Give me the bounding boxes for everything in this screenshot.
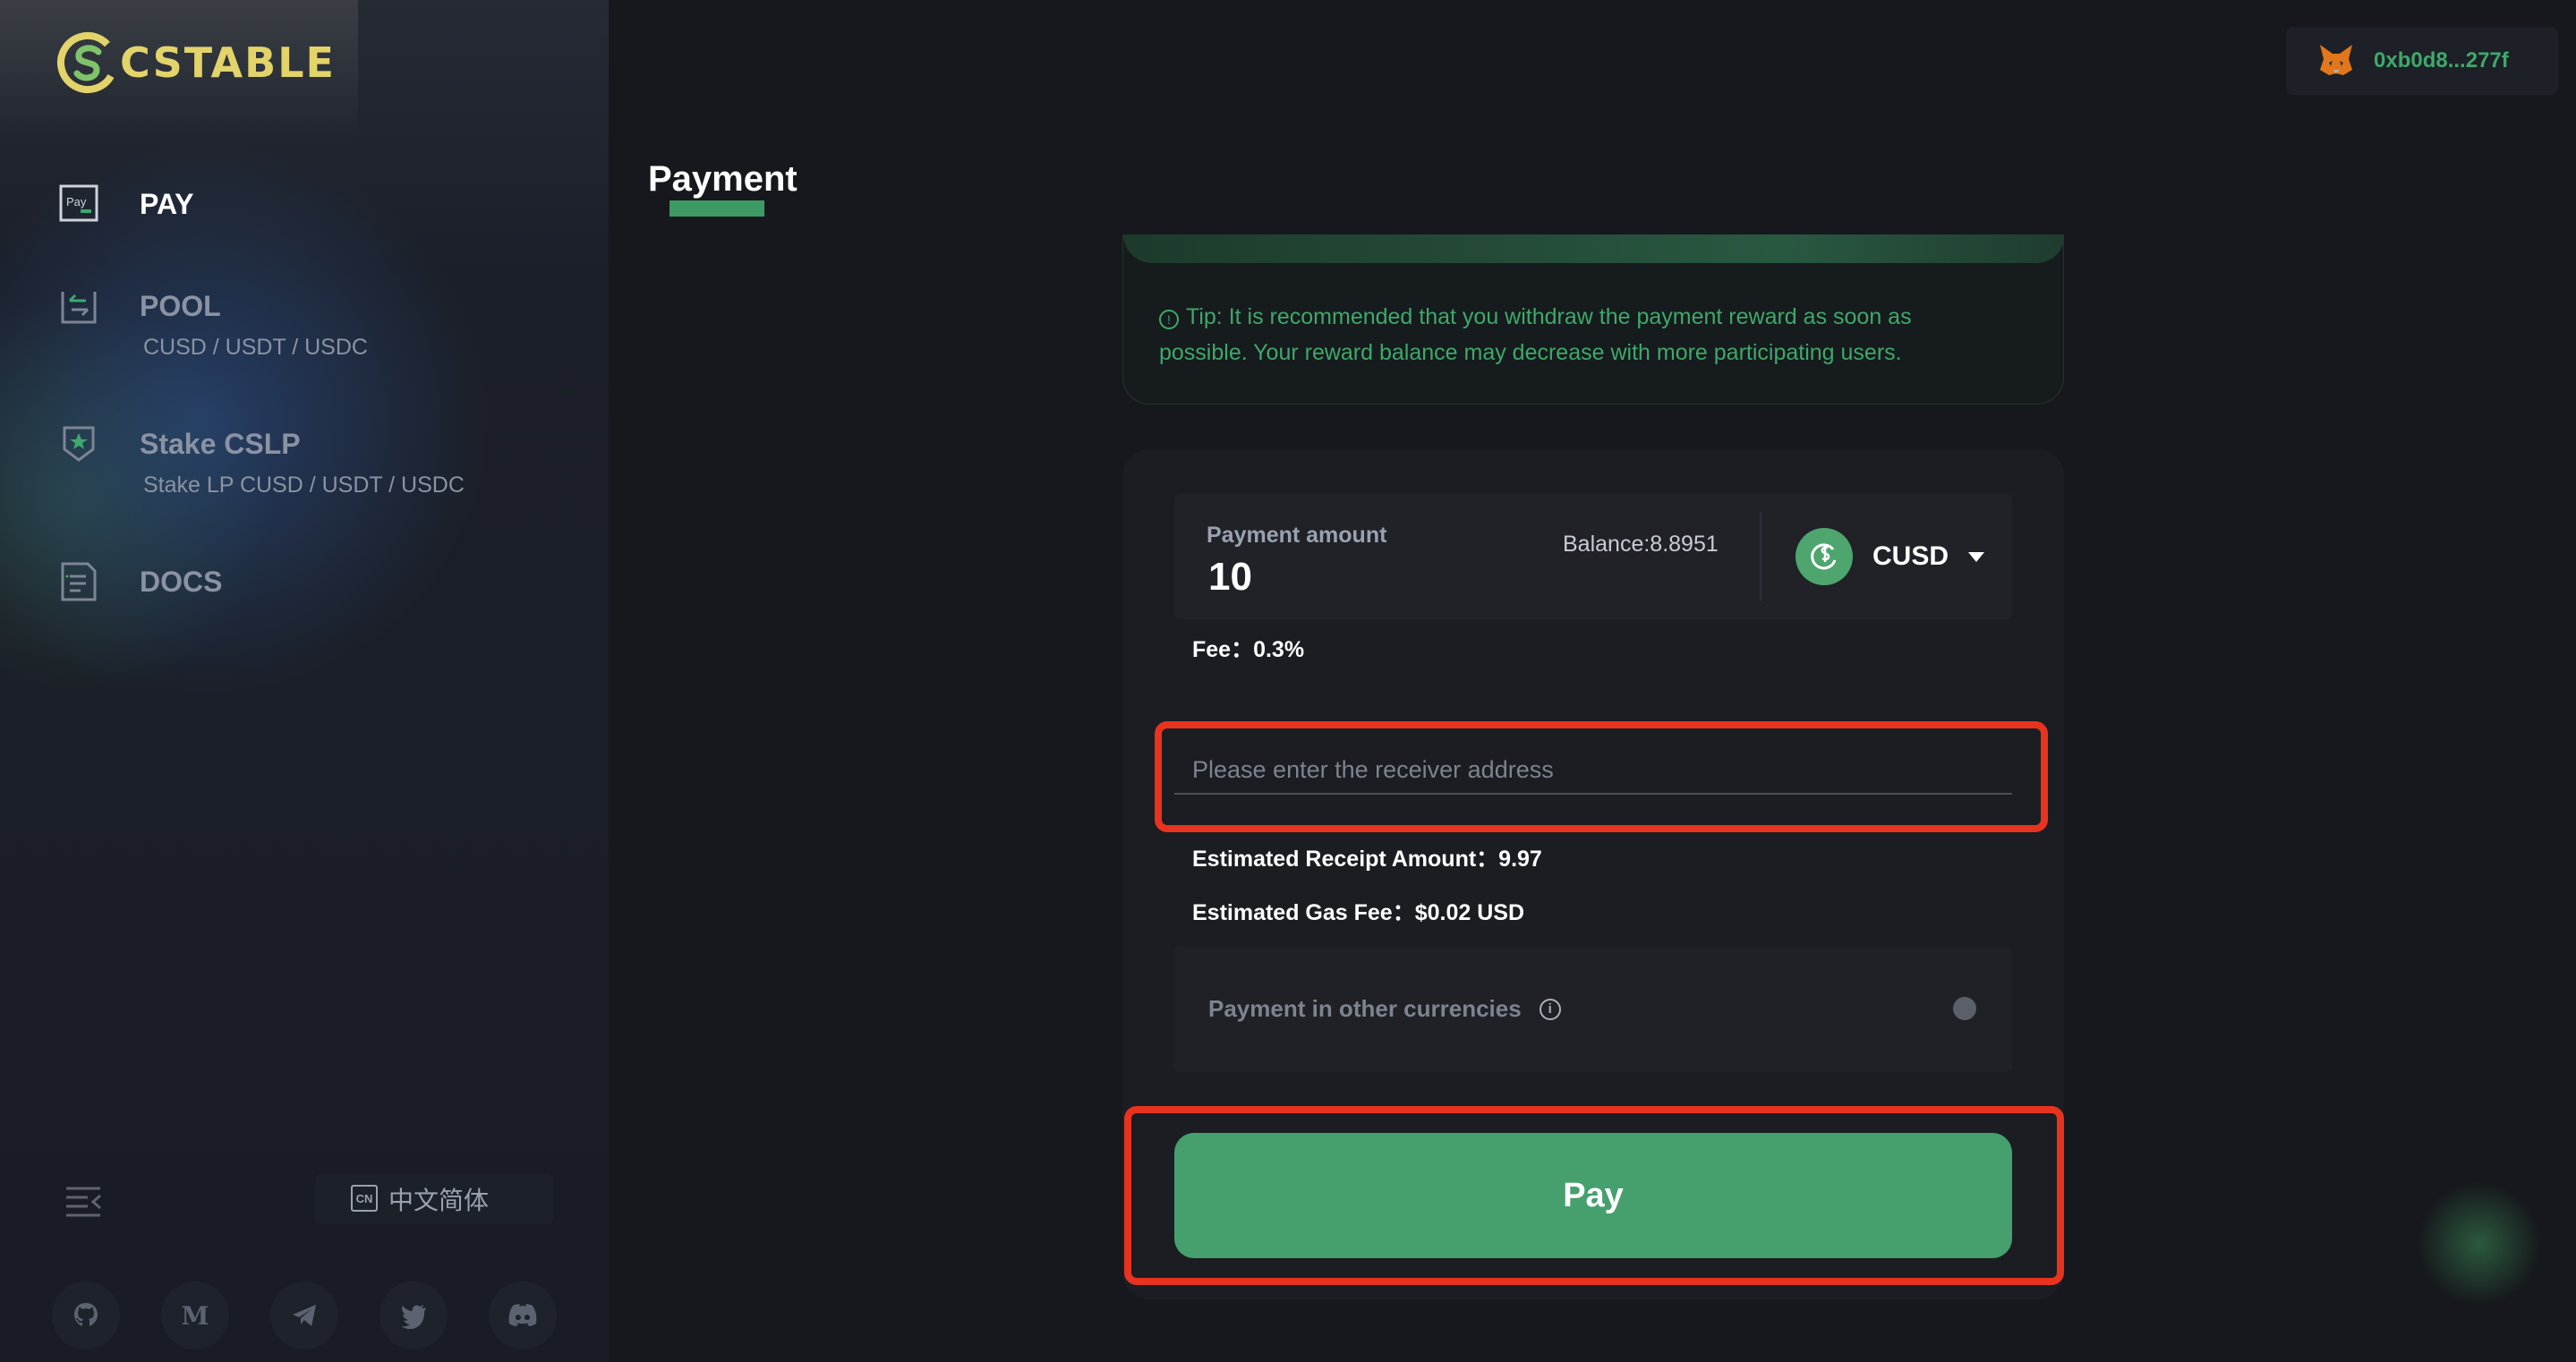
pay-button[interactable]: Pay <box>1174 1133 2012 1258</box>
language-flag-icon: CN <box>351 1185 378 1212</box>
cusd-token-icon <box>1796 528 1853 585</box>
sidebar-item-label: POOL <box>140 290 221 322</box>
social-links: M <box>52 1281 557 1349</box>
sidebar-item-stake-cslp[interactable]: Stake CSLP Stake LP CUSD / USDT / USDC <box>57 422 465 498</box>
divider <box>1760 512 1761 601</box>
decorative-glow <box>2417 1181 2542 1307</box>
info-icon[interactable]: i <box>1539 998 1561 1020</box>
language-label: 中文简体 <box>388 1187 490 1214</box>
docs-icon <box>61 562 97 601</box>
token-selector[interactable]: CUSD <box>1796 528 1985 585</box>
tip-text: Tip: It is recommended that you withdraw… <box>1159 304 1912 365</box>
metamask-fox-icon <box>2320 45 2352 75</box>
other-currencies-text: Payment in other currencies <box>1208 995 1522 1022</box>
pay-icon: Pay <box>59 184 98 222</box>
balance-text: Balance:8.8951 <box>1563 532 1719 557</box>
sidebar: CSTABLE Pay PAY POOL CUSD / USDT / USDC … <box>0 0 609 1362</box>
page-title: Payment <box>648 159 798 199</box>
check-circle-icon <box>1953 997 1976 1020</box>
info-icon: ! <box>1159 310 1179 329</box>
fee-text: Fee：0.3% <box>1192 637 1305 662</box>
sidebar-item-label: PAY <box>140 188 194 220</box>
pool-icon <box>61 292 97 324</box>
menu-collapse-icon[interactable] <box>64 1183 102 1221</box>
wallet-button[interactable]: 0xb0d8...277f <box>2286 27 2558 95</box>
twitter-icon[interactable] <box>380 1281 448 1349</box>
estimated-receipt-amount: Estimated Receipt Amount：9.97 <box>1192 847 1542 872</box>
title-accent <box>670 200 764 217</box>
wallet-address: 0xb0d8...277f <box>2374 48 2509 72</box>
sidebar-item-docs[interactable]: DOCS <box>57 560 222 603</box>
estimated-gas-fee: Estimated Gas Fee：$0.02 USD <box>1192 900 1524 925</box>
sidebar-item-pool[interactable]: POOL CUSD / USDT / USDC <box>57 285 368 360</box>
sidebar-item-sublabel: Stake LP CUSD / USDT / USDC <box>143 472 465 498</box>
github-icon[interactable] <box>52 1281 120 1349</box>
language-switcher[interactable]: CN 中文简体 <box>315 1174 553 1224</box>
svg-text:Pay: Pay <box>66 195 87 209</box>
payment-amount-label: Payment amount <box>1207 523 1387 548</box>
discord-icon[interactable] <box>489 1281 557 1349</box>
token-name: CUSD <box>1872 541 1949 571</box>
receiver-address-input[interactable] <box>1174 746 2012 795</box>
payment-amount-input[interactable]: 10 <box>1208 555 1252 600</box>
brand-name: CSTABLE <box>120 38 336 87</box>
other-currencies-toggle[interactable]: Payment in other currencies i <box>1174 947 2012 1072</box>
sidebar-item-label: Stake CSLP <box>140 428 301 460</box>
sidebar-item-sublabel: CUSD / USDT / USDC <box>143 335 368 360</box>
reward-card: ! Tip: It is recommended that you withdra… <box>1122 234 2064 404</box>
telegram-icon[interactable] <box>270 1281 338 1349</box>
chevron-down-icon <box>1968 551 1985 562</box>
sidebar-item-label: DOCS <box>140 566 223 598</box>
other-currencies-label: Payment in other currencies i <box>1208 995 1561 1023</box>
cstable-logo-icon <box>57 32 118 93</box>
stake-icon <box>63 426 95 462</box>
tip-message: ! Tip: It is recommended that you withdra… <box>1159 299 2000 370</box>
sidebar-item-pay[interactable]: Pay PAY <box>57 183 193 226</box>
brand-logo[interactable]: CSTABLE <box>52 27 336 98</box>
reward-card-banner <box>1123 234 2063 263</box>
medium-icon[interactable]: M <box>161 1281 229 1349</box>
